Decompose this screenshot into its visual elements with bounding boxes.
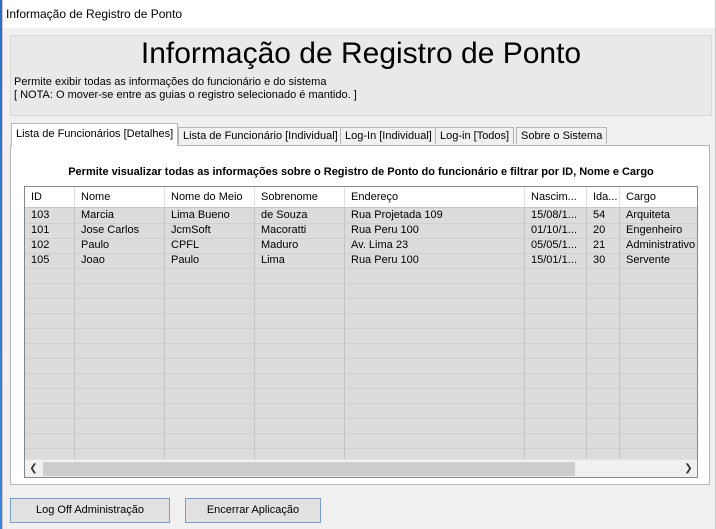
cell-id[interactable]: 105 [25, 253, 75, 268]
page-title: Informação de Registro de Ponto [140, 37, 582, 70]
logoff-admin-button[interactable]: Log Off Administração [10, 498, 170, 523]
column-header-nome[interactable]: Nome [75, 187, 165, 207]
horizontal-scrollbar[interactable]: ❮ ❯ [25, 459, 697, 477]
cell-nome[interactable]: Joao [75, 253, 165, 268]
grid-line [25, 403, 697, 404]
column-header-cargo[interactable]: Cargo [620, 187, 697, 207]
cell-nascimento[interactable]: 05/05/1... [525, 238, 587, 253]
cell-sobrenome[interactable]: Maduro [255, 238, 345, 253]
grid-line [25, 283, 697, 284]
cell-endereco[interactable]: Rua Peru 100 [345, 223, 525, 238]
description-line-1: Permite exibir todas as informações do f… [14, 76, 327, 88]
grid-line [25, 388, 697, 389]
cell-id[interactable]: 103 [25, 208, 75, 223]
cell-sobrenome[interactable]: de Souza [255, 208, 345, 223]
grid-line [25, 418, 697, 419]
cell-nome[interactable]: Marcia [75, 208, 165, 223]
column-header-endereco[interactable]: Endereço [345, 187, 525, 207]
grid-line [25, 343, 697, 344]
grid-line [25, 373, 697, 374]
grid-line [25, 448, 697, 449]
tab-lista-funcionarios-detalhes[interactable]: Lista de Funcionários [Detalhes] [11, 123, 179, 146]
cell-endereco[interactable]: Av. Lima 23 [345, 238, 525, 253]
column-header-idade[interactable]: Ida... [587, 187, 620, 207]
cell-cargo[interactable]: Arquiteta [620, 208, 697, 223]
table-row[interactable]: 105 Joao Paulo Lima Rua Peru 100 15/01/1… [25, 253, 697, 268]
cell-nascimento[interactable]: 15/01/1... [525, 253, 587, 268]
grid-header: ID Nome Nome do Meio Sobrenome Endereço … [25, 187, 697, 208]
cell-idade[interactable]: 30 [587, 253, 620, 268]
grid-line [25, 358, 697, 359]
cell-nascimento[interactable]: 15/08/1... [525, 208, 587, 223]
cell-id[interactable]: 101 [25, 223, 75, 238]
column-header-sobrenome[interactable]: Sobrenome [255, 187, 345, 207]
cell-cargo[interactable]: Administrativo [620, 238, 697, 253]
employee-grid[interactable]: ID Nome Nome do Meio Sobrenome Endereço … [24, 186, 698, 478]
cell-idade[interactable]: 21 [587, 238, 620, 253]
tab-login-individual[interactable]: Log-In [Individual] [340, 127, 437, 144]
column-header-nascimento[interactable]: Nascim... [525, 187, 587, 207]
grid-line [25, 433, 697, 434]
cell-sobrenome[interactable]: Macoratti [255, 223, 345, 238]
cell-idade[interactable]: 20 [587, 223, 620, 238]
cell-endereco[interactable]: Rua Peru 100 [345, 253, 525, 268]
chevron-left-icon[interactable]: ❮ [25, 460, 42, 477]
cell-cargo[interactable]: Engenheiro [620, 223, 697, 238]
app-window: Informação de Registro de Ponto Informaç… [2, 0, 716, 529]
cell-nome[interactable]: Jose Carlos [75, 223, 165, 238]
logoff-admin-button-label: Log Off Administração [35, 504, 145, 516]
cell-nome-do-meio[interactable]: Paulo [165, 253, 255, 268]
description-line-2: [ NOTA: O mover-se entre as guias o regi… [14, 89, 357, 101]
cell-nascimento[interactable]: 01/10/1... [525, 223, 587, 238]
grid-line [25, 313, 697, 314]
window-title: Informação de Registro de Ponto [6, 7, 183, 21]
grid-line [25, 328, 697, 329]
cell-nome-do-meio[interactable]: CPFL [165, 238, 255, 253]
table-row[interactable]: 101 Jose Carlos JcmSoft Macoratti Rua Pe… [25, 223, 697, 238]
tab-panel: Permite visualizar todas as informações … [10, 145, 710, 485]
cell-nome-do-meio[interactable]: Lima Bueno [165, 208, 255, 223]
column-header-id[interactable]: ID [25, 187, 75, 207]
scrollbar-thumb[interactable] [43, 462, 575, 476]
cell-idade[interactable]: 54 [587, 208, 620, 223]
header-panel: Informação de Registro de Ponto Permite … [10, 35, 712, 116]
table-row[interactable]: 103 Marcia Lima Bueno de Souza Rua Proje… [25, 208, 697, 223]
chevron-right-icon[interactable]: ❯ [680, 460, 697, 477]
tab-lista-funcionario-individual[interactable]: Lista de Funcionário [Individual] [178, 127, 343, 144]
exit-application-button[interactable]: Encerrar Aplicação [185, 498, 321, 523]
tab-sobre-sistema[interactable]: Sobre o Sistema [516, 127, 608, 144]
tab-login-todos[interactable]: Log-in [Todos] [435, 127, 515, 144]
cell-cargo[interactable]: Servente [620, 253, 697, 268]
cell-nome[interactable]: Paulo [75, 238, 165, 253]
cell-id[interactable]: 102 [25, 238, 75, 253]
cell-sobrenome[interactable]: Lima [255, 253, 345, 268]
title-bar[interactable]: Informação de Registro de Ponto [3, 0, 715, 28]
table-row[interactable]: 102 Paulo CPFL Maduro Av. Lima 23 05/05/… [25, 238, 697, 253]
grid-line [25, 298, 697, 299]
panel-subtitle: Permite visualizar todas as informações … [68, 166, 654, 178]
grid-line [25, 268, 697, 269]
cell-endereco[interactable]: Rua Projetada 109 [345, 208, 525, 223]
cell-nome-do-meio[interactable]: JcmSoft [165, 223, 255, 238]
exit-application-button-label: Encerrar Aplicação [206, 504, 300, 516]
column-header-nome-do-meio[interactable]: Nome do Meio [165, 187, 255, 207]
grid-body: 103 Marcia Lima Bueno de Souza Rua Proje… [25, 208, 697, 459]
